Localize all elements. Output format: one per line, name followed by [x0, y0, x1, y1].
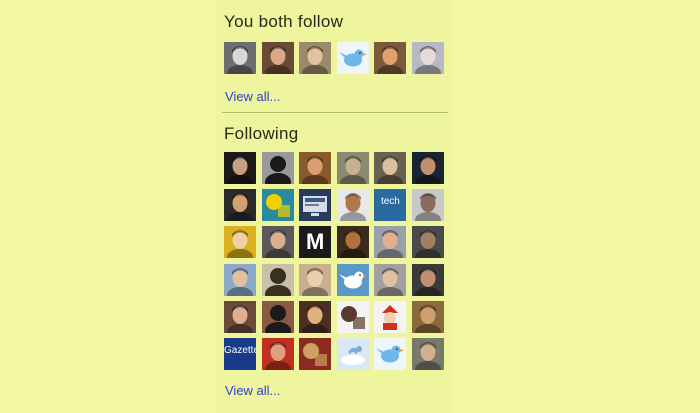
silhouette-avatar-icon — [261, 300, 294, 333]
cloud-avatar-icon — [336, 338, 369, 370]
silhouette-avatar-icon — [261, 152, 294, 184]
person-avatar-icon — [299, 263, 332, 296]
you-both-follow-view-all-link[interactable]: View all... — [225, 89, 280, 104]
following-avatar[interactable] — [336, 189, 369, 222]
following-avatar[interactable] — [374, 300, 407, 333]
silhouette-avatar-icon — [261, 263, 294, 296]
twitter-bird-icon — [374, 338, 407, 370]
following-avatar[interactable]: tech — [374, 189, 407, 222]
person-avatar-icon — [412, 300, 444, 333]
following-avatar[interactable] — [299, 189, 332, 222]
following-avatar[interactable] — [336, 263, 369, 296]
following-avatar[interactable] — [261, 263, 294, 296]
person-avatar-icon — [261, 226, 294, 259]
person-avatar-icon — [336, 152, 369, 184]
you-both-follow-avatar[interactable] — [374, 42, 407, 74]
screen-avatar-icon — [299, 189, 332, 222]
twitter-bird-icon — [336, 263, 369, 296]
person-avatar-icon — [224, 226, 256, 259]
abstract-avatar-icon — [261, 189, 294, 222]
person-avatar-icon — [224, 189, 256, 222]
person-avatar-icon — [299, 300, 332, 333]
following-avatar[interactable] — [261, 152, 294, 184]
person-avatar-icon — [374, 226, 407, 259]
following-avatar[interactable] — [224, 189, 256, 222]
following-avatar[interactable] — [412, 338, 444, 370]
you-both-follow-avatar[interactable] — [261, 42, 294, 74]
following-avatar[interactable] — [261, 226, 294, 259]
abstract-avatar-icon — [299, 338, 332, 370]
following-avatar[interactable]: Gazette — [224, 338, 256, 370]
following-avatar[interactable] — [299, 263, 332, 296]
abstract-avatar-icon — [336, 300, 369, 333]
following-avatar[interactable]: M — [299, 226, 332, 259]
following-avatar[interactable] — [299, 338, 332, 370]
person-avatar-icon — [412, 263, 444, 296]
twitter-bird-icon — [336, 42, 369, 74]
person-avatar-icon — [412, 42, 444, 74]
person-avatar-icon — [412, 189, 444, 222]
following-avatar[interactable] — [374, 226, 407, 259]
following-avatar[interactable] — [224, 152, 256, 184]
following-view-all-link[interactable]: View all... — [225, 383, 280, 398]
person-avatar-icon — [261, 42, 294, 74]
following-avatar[interactable] — [261, 300, 294, 333]
person-avatar-icon — [224, 263, 256, 296]
following-avatar[interactable] — [336, 338, 369, 370]
person-avatar-icon — [374, 152, 407, 184]
avatar-logo-text: M — [306, 229, 325, 255]
you-both-follow-avatar[interactable] — [412, 42, 444, 74]
following-avatar[interactable] — [374, 152, 407, 184]
following-avatar[interactable] — [224, 300, 256, 333]
you-both-follow-avatar[interactable] — [336, 42, 369, 74]
following-avatar[interactable] — [412, 226, 444, 259]
following-avatar[interactable] — [261, 338, 294, 370]
following-avatar[interactable] — [261, 189, 294, 222]
person-avatar-icon — [224, 42, 256, 74]
following-avatar[interactable] — [299, 300, 332, 333]
following-avatar[interactable] — [412, 189, 444, 222]
person-avatar-icon — [224, 152, 256, 184]
following-heading: Following — [224, 124, 299, 143]
person-avatar-icon — [336, 226, 369, 259]
person-avatar-icon — [299, 42, 332, 74]
avatar-logo-text: Gazette — [224, 345, 256, 356]
avatar-logo-text: tech — [380, 196, 400, 208]
person-avatar-icon — [299, 152, 332, 184]
person-avatar-icon — [261, 338, 294, 370]
following-avatar[interactable] — [299, 152, 332, 184]
person-avatar-icon — [224, 300, 256, 333]
following-avatar[interactable] — [224, 263, 256, 296]
person-avatar-icon — [412, 152, 444, 184]
person-avatar-icon — [412, 338, 444, 370]
following-avatar[interactable] — [336, 300, 369, 333]
following-avatar[interactable] — [336, 152, 369, 184]
following-avatar[interactable] — [412, 152, 444, 184]
section-divider — [222, 112, 448, 113]
following-avatar[interactable] — [224, 226, 256, 259]
following-avatar[interactable] — [374, 338, 407, 370]
you-both-follow-heading: You both follow — [224, 12, 344, 31]
you-both-follow-avatar[interactable] — [224, 42, 256, 74]
following-avatar[interactable] — [374, 263, 407, 296]
following-avatar[interactable] — [336, 226, 369, 259]
following-avatar[interactable] — [412, 300, 444, 333]
you-both-follow-avatar[interactable] — [299, 42, 332, 74]
person-avatar-icon — [336, 189, 369, 222]
mascot-avatar-icon — [374, 300, 407, 333]
person-avatar-icon — [412, 226, 444, 259]
person-avatar-icon — [374, 263, 407, 296]
person-avatar-icon — [374, 42, 407, 74]
following-avatar[interactable] — [412, 263, 444, 296]
